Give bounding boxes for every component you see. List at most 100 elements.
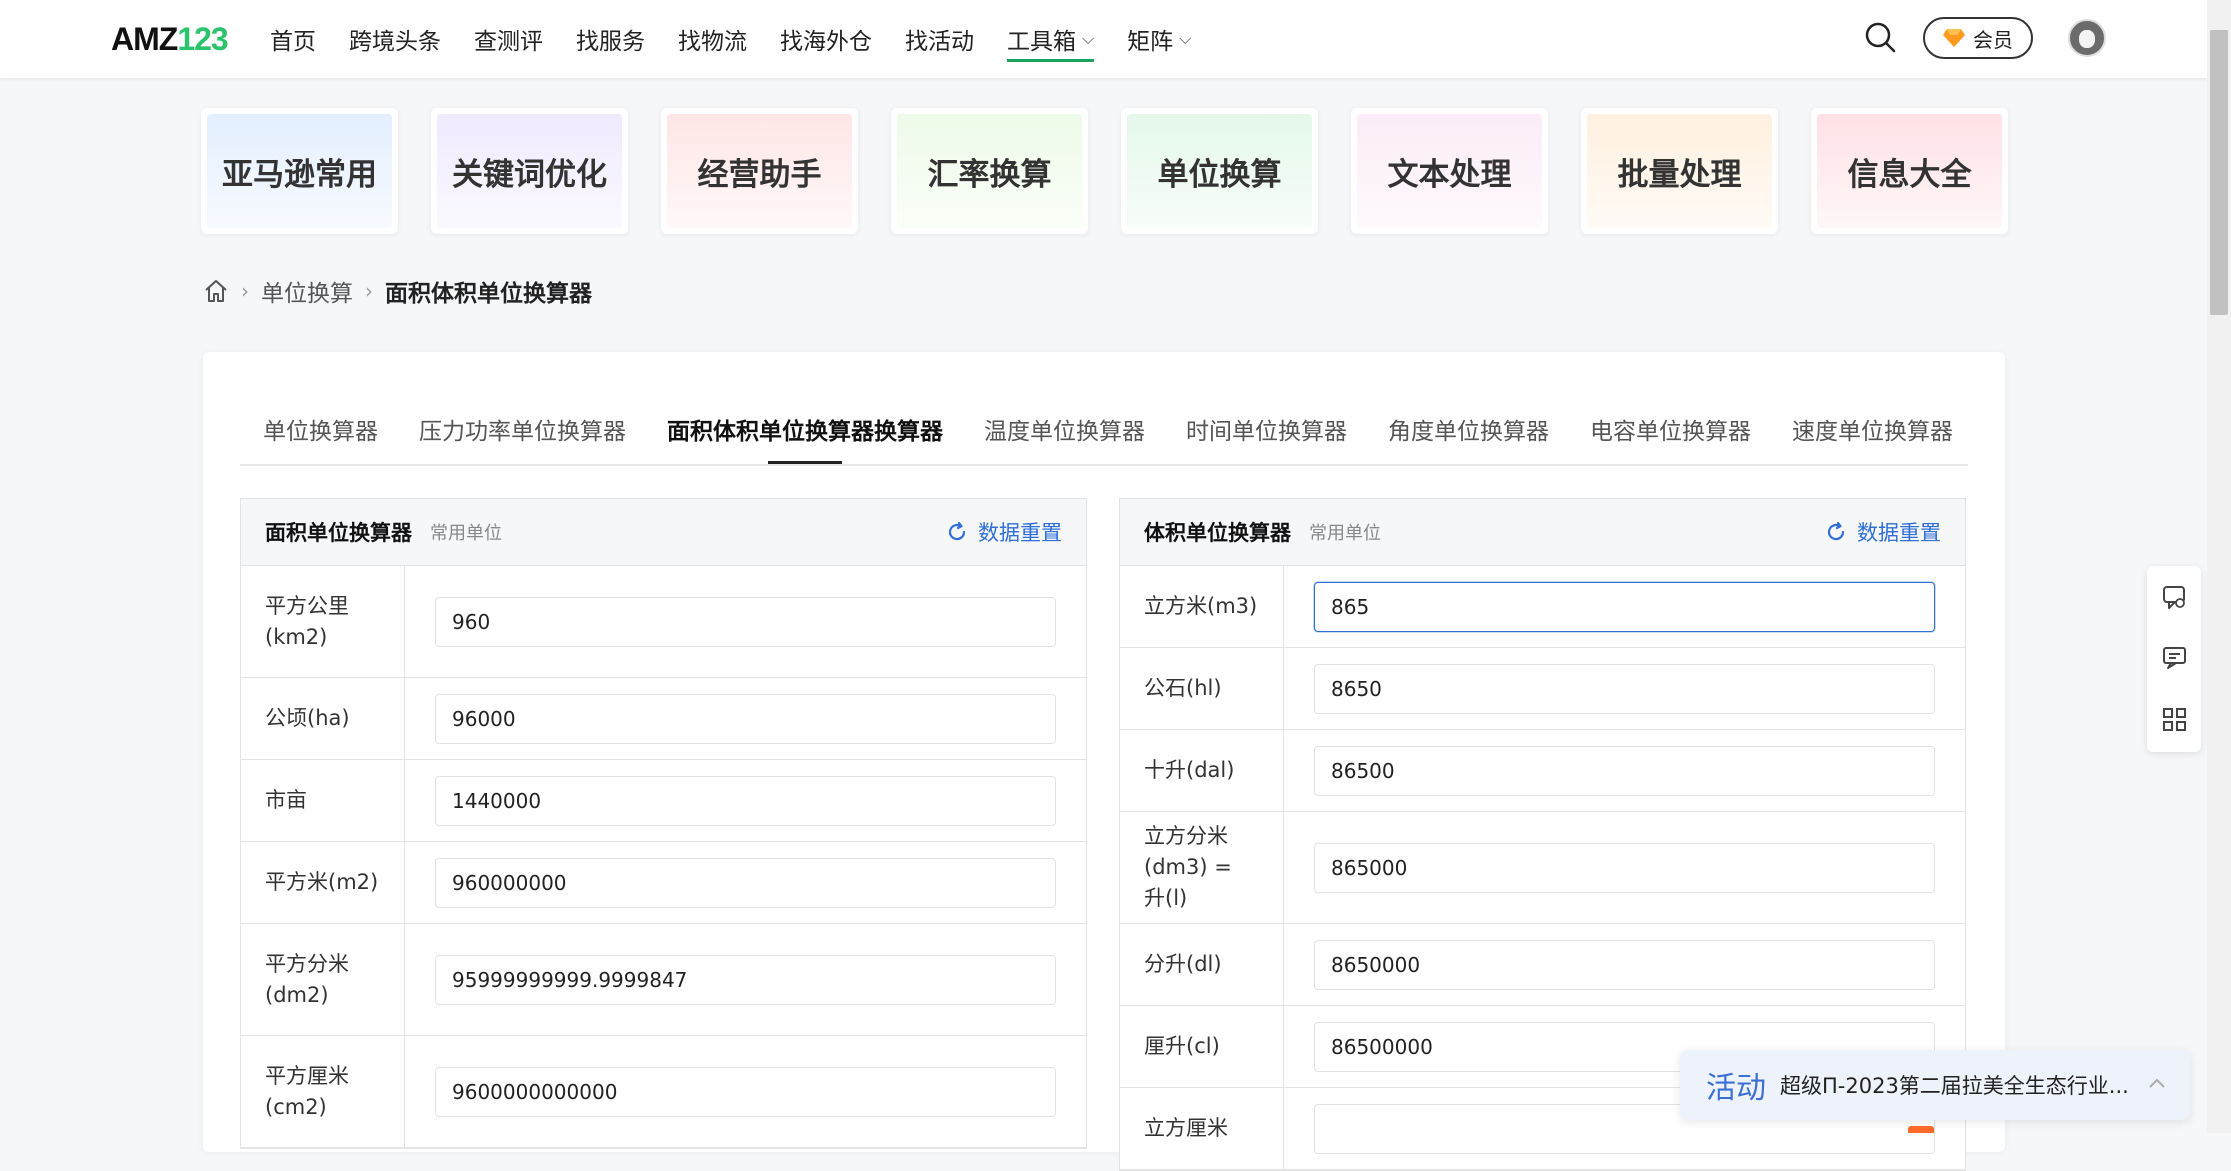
volume-converter-subtitle: 常用单位	[1309, 523, 1381, 544]
category-card-label: 信息大全	[1817, 114, 2002, 228]
vip-membership-button[interactable]: 会员	[1923, 17, 2033, 59]
breadcrumb: › 单位换算 › 面积体积单位换算器	[203, 274, 592, 308]
area-row: 公顷(ha)	[241, 678, 1086, 760]
nav-item-label: 跨境头条	[349, 29, 441, 55]
area-value-cell	[405, 924, 1086, 1035]
area-row: 平方米(m2)	[241, 842, 1086, 924]
volume-value-input[interactable]	[1314, 939, 1935, 990]
nav-item-6[interactable]: 找活动	[905, 0, 974, 78]
volume-value-cell	[1284, 924, 1965, 1005]
floating-widget-edge	[1908, 1126, 1934, 1133]
diamond-icon	[1943, 29, 1965, 47]
tab-5[interactable]: 角度单位换算器	[1388, 412, 1549, 464]
volume-value-cell	[1284, 730, 1965, 811]
volume-value-input[interactable]	[1314, 663, 1935, 714]
volume-value-input[interactable]	[1314, 745, 1935, 796]
chevron-right-icon: ›	[241, 279, 249, 303]
volume-unit-label: 立方厘米	[1120, 1088, 1284, 1169]
nav-item-3[interactable]: 找服务	[576, 0, 645, 78]
area-value-cell	[405, 678, 1086, 759]
category-card-4[interactable]: 单位换算	[1121, 108, 1318, 234]
tab-7[interactable]: 速度单位换算器	[1792, 412, 1953, 464]
nav-item-label: 找服务	[576, 29, 645, 55]
area-unit-label: 平方厘米 (cm2)	[241, 1036, 405, 1147]
area-value-cell	[405, 760, 1086, 841]
converter-tabs: 单位换算器 压力功率单位换算器 面积体积单位换算器换算器 温度单位换算器 时间单位换算器…	[240, 412, 1968, 466]
nav-item-8[interactable]: 矩阵 ⌵	[1127, 0, 1191, 78]
nav-item-0[interactable]: 首页	[270, 0, 316, 78]
area-row: 市亩	[241, 760, 1086, 842]
area-value-input[interactable]	[435, 775, 1056, 826]
area-unit-label: 市亩	[241, 760, 405, 841]
tab-4[interactable]: 时间单位换算器	[1186, 412, 1347, 464]
search-icon[interactable]	[1863, 20, 1897, 54]
area-value-input[interactable]	[435, 857, 1056, 908]
volume-unit-label: 立方米(m3)	[1120, 566, 1284, 647]
tab-3[interactable]: 温度单位换算器	[984, 412, 1145, 464]
volume-row: 公石(hl)	[1120, 648, 1965, 730]
main-nav: 首页 跨境头条 查测评 找服务 找物流 找海外仓 找活动 工具箱 ⌵ 矩阵 ⌵	[270, 0, 1224, 78]
activity-toast[interactable]: 活动 超级Π-2023第二届拉美全生态行业...	[1680, 1050, 2190, 1120]
activity-message[interactable]: 超级Π-2023第二届拉美全生态行业...	[1780, 1070, 2129, 1100]
volume-row: 十升(dal)	[1120, 730, 1965, 812]
volume-value-input[interactable]	[1314, 842, 1935, 893]
tool-category-cards: 亚马逊常用 关键词优化 经营助手 汇率换算 单位换算 文本处理 批量处理 信息大全	[201, 108, 2008, 234]
tab-0[interactable]: 单位换算器	[263, 412, 378, 464]
refresh-icon	[948, 521, 966, 541]
user-avatar[interactable]	[2068, 19, 2106, 57]
nav-item-7[interactable]: 工具箱 ⌵	[1007, 0, 1095, 78]
qr-code-icon[interactable]	[2161, 706, 2188, 733]
volume-unit-label: 十升(dal)	[1120, 730, 1284, 811]
nav-item-2[interactable]: 查测评	[474, 0, 543, 78]
activity-tag: 活动	[1706, 1071, 1766, 1106]
category-card-6[interactable]: 批量处理	[1581, 108, 1778, 234]
category-card-1[interactable]: 关键词优化	[431, 108, 628, 234]
vip-label: 会员	[1973, 27, 2013, 52]
area-value-input[interactable]	[435, 596, 1056, 647]
nav-item-label: 找物流	[678, 29, 747, 55]
chevron-down-icon: ⌵	[1179, 29, 1192, 48]
area-converter-header: 面积单位换算器 常用单位 数据重置	[241, 499, 1086, 566]
volume-row: 立方分米 (dm3) = 升(l)	[1120, 812, 1965, 924]
tab-2[interactable]: 面积体积单位换算器换算器	[667, 412, 943, 464]
area-reset-label: 数据重置	[978, 521, 1062, 545]
refresh-icon	[1827, 521, 1845, 541]
volume-value-cell	[1284, 566, 1965, 647]
nav-item-4[interactable]: 找物流	[678, 0, 747, 78]
category-card-5[interactable]: 文本处理	[1351, 108, 1548, 234]
volume-value-cell	[1284, 648, 1965, 729]
top-navigation-bar: AMZ123 首页 跨境头条 查测评 找服务 找物流 找海外仓 找活动 工具箱 ⌵ 矩阵 ⌵ 会员	[0, 0, 2207, 78]
area-value-cell	[405, 1036, 1086, 1147]
area-converter-subtitle: 常用单位	[430, 523, 502, 544]
category-card-0[interactable]: 亚马逊常用	[201, 108, 398, 234]
site-logo[interactable]: AMZ123	[111, 18, 229, 60]
volume-unit-label: 公石(hl)	[1120, 648, 1284, 729]
category-card-label: 亚马逊常用	[207, 114, 392, 228]
breadcrumb-link-unit-conversion[interactable]: 单位换算	[261, 274, 353, 308]
area-unit-label: 平方分米 (dm2)	[241, 924, 405, 1035]
tab-1[interactable]: 压力功率单位换算器	[419, 412, 626, 464]
category-card-7[interactable]: 信息大全	[1811, 108, 2008, 234]
nav-item-5[interactable]: 找海外仓	[780, 0, 872, 78]
feedback-icon[interactable]	[2161, 584, 2188, 611]
category-card-2[interactable]: 经营助手	[661, 108, 858, 234]
converter-panel: 单位换算器 压力功率单位换算器 面积体积单位换算器换算器 温度单位换算器 时间单位换算器…	[203, 352, 2005, 1171]
chat-icon[interactable]	[2161, 644, 2188, 671]
area-value-input[interactable]	[435, 693, 1056, 744]
volume-value-input[interactable]	[1314, 581, 1935, 632]
chevron-up-icon[interactable]	[2146, 1072, 2168, 1094]
category-card-label: 批量处理	[1587, 114, 1772, 228]
area-reset-button[interactable]: 数据重置	[946, 499, 1062, 565]
category-card-label: 汇率换算	[897, 114, 1082, 228]
area-row: 平方公里 (km2)	[241, 566, 1086, 678]
nav-item-1[interactable]: 跨境头条	[349, 0, 441, 78]
home-icon[interactable]	[203, 278, 229, 304]
area-value-input[interactable]	[435, 1066, 1056, 1117]
category-card-3[interactable]: 汇率换算	[891, 108, 1088, 234]
area-unit-label: 公顷(ha)	[241, 678, 405, 759]
volume-reset-button[interactable]: 数据重置	[1825, 499, 1941, 565]
volume-unit-label: 分升(dl)	[1120, 924, 1284, 1005]
area-value-input[interactable]	[435, 954, 1056, 1005]
scrollbar-thumb[interactable]	[2210, 30, 2228, 315]
tab-6[interactable]: 电容单位换算器	[1590, 412, 1751, 464]
